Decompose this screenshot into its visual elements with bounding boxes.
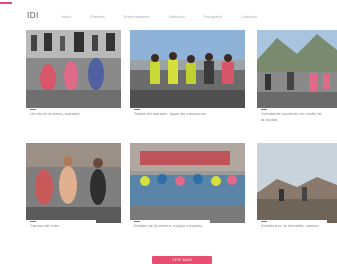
article-title[interactable]: Un día en la sierra, maratón bbox=[30, 111, 80, 116]
caption-accent bbox=[30, 221, 36, 222]
caption-accent bbox=[261, 221, 267, 222]
article-caption[interactable]: Salida del maratón, sigue las emociones bbox=[130, 108, 210, 130]
article-title[interactable]: Voluntarios corriendo en medio de la ciu… bbox=[261, 111, 322, 122]
accent-bar bbox=[0, 2, 12, 4]
article-card[interactable]: Salida del maratón, sigue las emociones bbox=[130, 30, 245, 130]
article-caption[interactable]: Voluntarios corriendo en medio de la ciu… bbox=[257, 108, 327, 130]
article-photo[interactable] bbox=[26, 30, 121, 108]
nav-item-inicio[interactable]: Inicio bbox=[62, 14, 71, 19]
article-title[interactable]: Estadio de la carrera, equipo completo bbox=[134, 223, 202, 228]
nav-item-eventos[interactable]: Eventos bbox=[90, 14, 104, 19]
article-photo[interactable] bbox=[130, 143, 245, 223]
nav-item-entrenamiento[interactable]: Entrenamiento bbox=[124, 14, 150, 19]
caption-accent bbox=[134, 109, 140, 110]
nav-item-contacto[interactable]: Contacto bbox=[241, 14, 257, 19]
article-card[interactable]: Voluntarios corriendo en medio de la ciu… bbox=[257, 30, 337, 130]
article-caption[interactable]: Un día en la sierra, maratón bbox=[26, 108, 96, 130]
article-card[interactable]: Estadio de la carrera, equipo completo bbox=[130, 143, 245, 238]
article-title[interactable]: Aventura en la montaña, camino bbox=[261, 223, 319, 228]
site-logo[interactable]: IDI bbox=[27, 11, 39, 20]
main-navigation: Inicio Eventos Entrenamiento Nutrición F… bbox=[62, 14, 257, 19]
article-title[interactable]: Salida del maratón, sigue las emociones bbox=[134, 111, 206, 116]
load-more-button[interactable]: VER MÁS bbox=[152, 256, 212, 264]
article-card[interactable]: Un día en la sierra, maratón bbox=[26, 30, 121, 130]
article-caption[interactable]: Aventura en la montaña, camino bbox=[257, 220, 327, 238]
article-photo[interactable] bbox=[130, 30, 245, 108]
article-caption[interactable]: Carrera del mes bbox=[26, 220, 96, 236]
article-photo[interactable] bbox=[26, 143, 121, 223]
article-photo[interactable] bbox=[257, 30, 337, 108]
article-card[interactable]: Carrera del mes bbox=[26, 143, 121, 238]
nav-item-nutricion[interactable]: Nutrición bbox=[169, 14, 185, 19]
nav-item-fotografia[interactable]: Fotografía bbox=[204, 14, 222, 19]
caption-accent bbox=[30, 109, 36, 110]
article-title[interactable]: Carrera del mes bbox=[30, 223, 59, 228]
article-caption[interactable]: Estadio de la carrera, equipo completo bbox=[130, 220, 210, 238]
article-card[interactable]: Aventura en la montaña, camino bbox=[257, 143, 337, 238]
article-photo[interactable] bbox=[257, 143, 337, 223]
caption-accent bbox=[134, 221, 140, 222]
caption-accent bbox=[261, 109, 267, 110]
